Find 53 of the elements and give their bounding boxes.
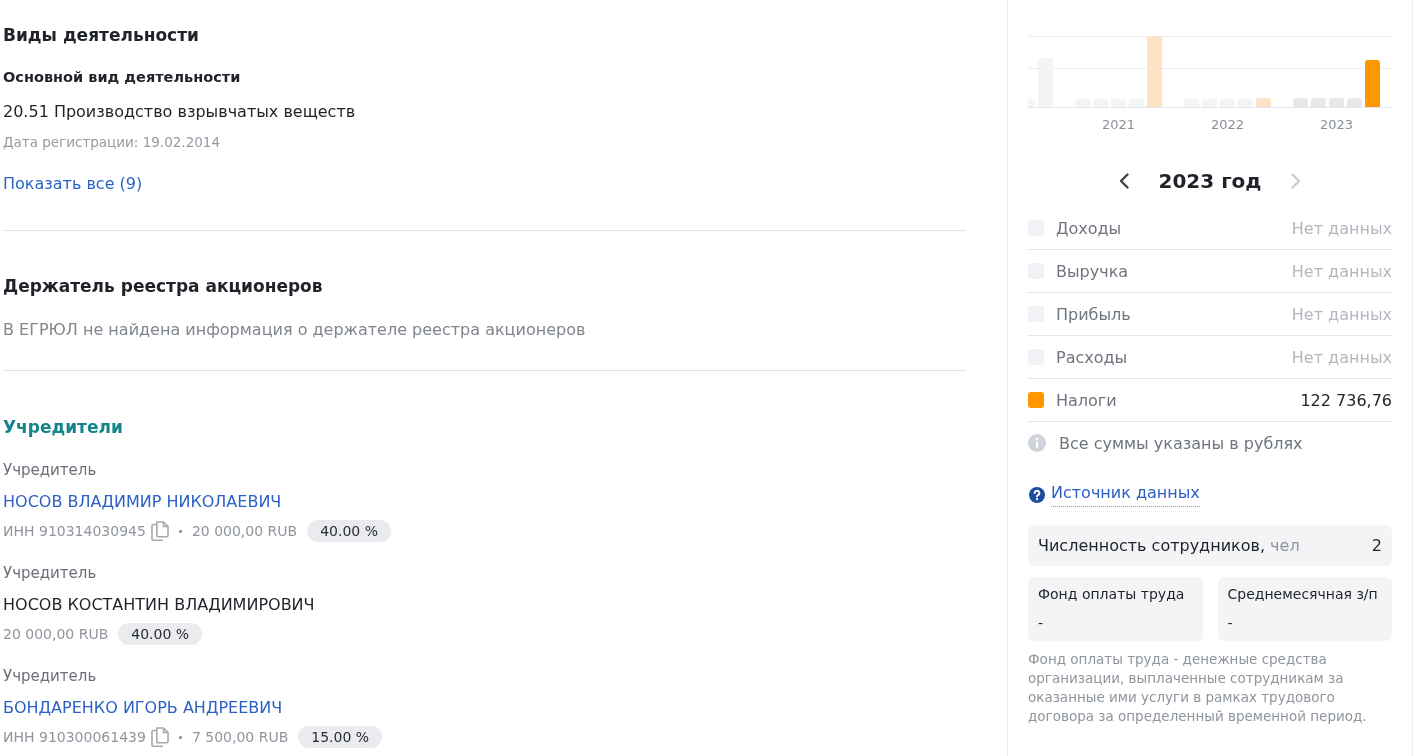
founder-role-label: Учредитель	[3, 666, 97, 686]
year-title: 2023 год	[1158, 169, 1262, 193]
payroll-label: Фонд оплаты труда	[1038, 585, 1185, 603]
capital-amount-text: 20 000,00 RUB	[191, 523, 298, 539]
payroll-label: Среднемесячная з/п	[1227, 585, 1378, 603]
inn-text: ИНН 910300061439	[3, 729, 146, 745]
info-icon	[1028, 434, 1046, 452]
indicator-label: Доходы	[1056, 218, 1122, 238]
indicator-value: Нет данных	[1291, 261, 1392, 281]
data-source-link[interactable]: Источник данных	[1051, 482, 1200, 507]
separator-dot-icon	[178, 529, 182, 533]
capital-amount-text: 7 500,00 RUB	[191, 729, 289, 745]
employee-count-label: Численность сотрудников, чел	[1038, 536, 1300, 555]
subsection-title: Основной вид деятельности	[3, 68, 241, 87]
chart-year-label: 2021	[1101, 116, 1136, 134]
employee-count-value: 2	[1371, 536, 1382, 555]
founder-role-label: Учредитель	[3, 460, 97, 480]
share-badge: 15.00 %	[298, 726, 383, 748]
indicator-label: Налоги	[1056, 390, 1117, 410]
info-message-text: В ЕГРЮЛ не найдена информация о держателе реестра акционеров	[3, 319, 586, 341]
footnote-text: Фонд оплаты труда - денежные средства организации, выплаченные сотрудникам за оказанные ими услуги в рамках трудового договора за определенный временной период.	[1028, 650, 1368, 726]
founder-role-label: Учредитель	[3, 563, 97, 583]
copy-icon[interactable]	[150, 521, 169, 541]
indicator-value: Нет данных	[1291, 347, 1392, 367]
help-icon	[1029, 486, 1045, 503]
share-badge: 40.00 %	[118, 623, 203, 645]
registration-date-text: Дата регистрации: 19.02.2014	[3, 133, 220, 151]
chart-year-label: 2023	[1319, 116, 1354, 134]
founder-name-link[interactable]: НОСОВ ВЛАДИМИР НИКОЛАЕВИЧ	[3, 492, 282, 511]
share-badge: 40.00 %	[307, 520, 391, 542]
section-title: Виды деятельности	[3, 24, 199, 47]
chevron-right-icon	[1291, 173, 1302, 189]
chart-year-label: 2022	[1210, 116, 1245, 134]
founder-name: НОСОВ КОСТАНТИН ВЛАДИМИРОВИЧ	[3, 595, 315, 614]
show-all-link[interactable]: Показать все (9)	[3, 174, 143, 193]
indicator-value: 122 736,76	[1300, 390, 1392, 410]
separator-dot-icon	[178, 735, 182, 739]
indicator-label: Прибыль	[1056, 304, 1131, 324]
payroll-value: -	[1038, 614, 1044, 632]
capital-amount-text: 20 000,00 RUB	[3, 626, 109, 642]
main-activity-text: 20.51 Производство взрывчатых веществ	[3, 101, 356, 123]
inn-text: ИНН 910314030945	[3, 523, 146, 539]
indicator-value: Нет данных	[1291, 218, 1392, 238]
section-title: Держатель реестра акционеров	[3, 275, 323, 298]
indicator-value: Нет данных	[1291, 304, 1392, 324]
chevron-left-icon	[1118, 173, 1129, 189]
indicator-label: Расходы	[1056, 347, 1128, 367]
copy-icon[interactable]	[150, 727, 169, 747]
section-title: Учредители	[3, 416, 123, 439]
founder-name-link[interactable]: БОНДАРЕНКО ИГОРЬ АНДРЕЕВИЧ	[3, 698, 283, 717]
currency-note-text: Все суммы указаны в рублях	[1059, 433, 1303, 453]
indicator-label: Выручка	[1056, 261, 1129, 281]
payroll-value: -	[1227, 614, 1233, 632]
